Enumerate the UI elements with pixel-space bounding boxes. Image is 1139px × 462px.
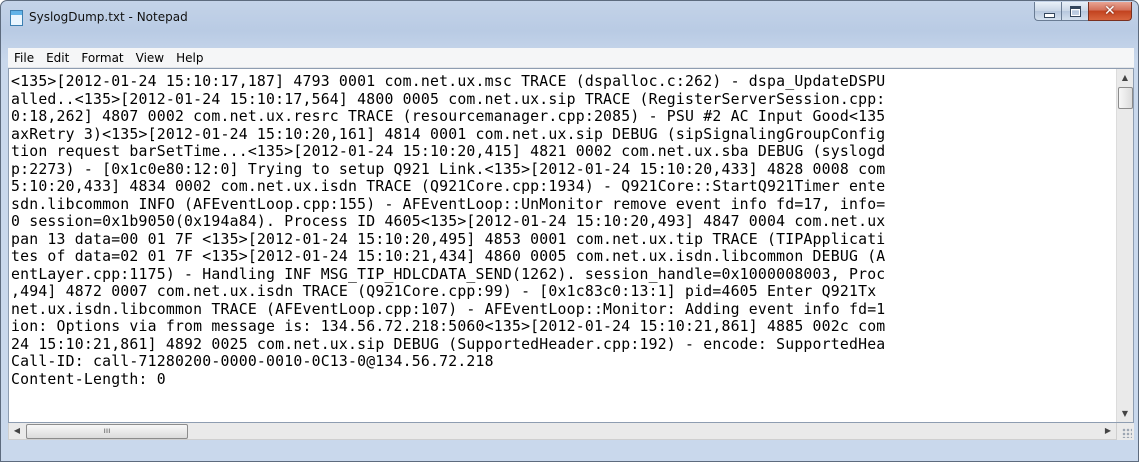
resize-grip-icon	[1122, 428, 1132, 438]
menu-item-file[interactable]: File	[8, 51, 40, 65]
window-title: SyslogDump.txt - Notepad	[29, 10, 188, 24]
text-line: axRetry 3)<135>[2012-01-24 15:10:20,161]…	[11, 125, 886, 143]
vertical-scrollbar[interactable]: ▲ ▼	[1116, 69, 1133, 422]
minimize-button[interactable]	[1034, 2, 1061, 21]
menu-item-format[interactable]: Format	[75, 51, 129, 65]
close-icon: ✕	[1104, 3, 1116, 19]
maximize-button[interactable]	[1061, 2, 1088, 21]
maximize-icon	[1070, 6, 1081, 17]
scroll-right-arrow-icon[interactable]: ▶	[1100, 423, 1116, 439]
scroll-left-arrow-icon[interactable]: ◀	[9, 423, 25, 439]
text-line: 0:18,262] 4807 0002 com.net.ux.resrc TRA…	[11, 108, 886, 125]
scroll-down-arrow-icon[interactable]: ▼	[1117, 405, 1133, 422]
text-line: ion: Options via from message is: 134.56…	[11, 318, 886, 335]
size-grip[interactable]	[1117, 423, 1134, 440]
title-bar[interactable]: SyslogDump.txt - Notepad ✕	[1, 1, 1138, 37]
text-line: tion request barSetTime...<135>[2012-01-…	[11, 143, 886, 160]
text-line: entLayer.cpp:1175) - Handling INF MSG_TI…	[11, 265, 886, 283]
text-line: Content-Length: 0	[11, 370, 166, 388]
minimize-icon	[1044, 13, 1055, 18]
editor-text[interactable]: <135>[2012-01-24 15:10:17,187] 4793 0001…	[11, 73, 1115, 422]
text-line: pan 13 data=00 01 7F <135>[2012-01-24 15…	[11, 230, 886, 248]
text-editor-area[interactable]: <135>[2012-01-24 15:10:17,187] 4793 0001…	[8, 68, 1134, 423]
vertical-scroll-thumb[interactable]	[1118, 87, 1133, 109]
menu-item-view[interactable]: View	[130, 51, 170, 65]
close-button[interactable]: ✕	[1088, 2, 1132, 21]
text-line: Call-ID: call-71280200-0000-0010-0C13-0@…	[11, 353, 494, 370]
caption-buttons: ✕	[1034, 2, 1132, 22]
text-line: p:2273) - [0x1c0e80:12:0] Trying to setu…	[11, 160, 886, 178]
text-line: <135>[2012-01-24 15:10:17,187] 4793 0001…	[11, 73, 886, 90]
text-line: sdn.libcommon INFO (AFEventLoop.cpp:155)…	[11, 195, 886, 213]
text-line: ,494] 4872 0007 com.net.ux.isdn TRACE (Q…	[11, 283, 877, 300]
notepad-icon[interactable]	[10, 10, 23, 26]
menu-bar: File Edit Format View Help	[8, 48, 1134, 68]
notepad-window: SyslogDump.txt - Notepad ✕ File Edit Forma…	[0, 0, 1139, 462]
menu-item-edit[interactable]: Edit	[40, 51, 75, 65]
text-line: 5:10:20,433] 4834 0002 com.net.ux.isdn T…	[11, 178, 886, 195]
menu-item-help[interactable]: Help	[170, 51, 209, 65]
horizontal-scrollbar[interactable]: ◀ ııı ▶	[8, 423, 1117, 440]
text-line: tes of data=02 01 7F <135>[2012-01-24 15…	[11, 248, 886, 265]
text-line: alled..<135>[2012-01-24 15:10:17,564] 48…	[11, 90, 886, 108]
text-line: 24 15:10:21,861] 4892 0025 com.net.ux.si…	[11, 335, 886, 353]
text-line: 0 session=0x1b9050(0x194a84). Process ID…	[11, 213, 886, 230]
horizontal-scroll-thumb[interactable]: ııı	[26, 424, 188, 439]
scroll-up-arrow-icon[interactable]: ▲	[1117, 69, 1133, 86]
text-line: net.ux.isdn.libcommon TRACE (AFEventLoop…	[11, 300, 886, 318]
